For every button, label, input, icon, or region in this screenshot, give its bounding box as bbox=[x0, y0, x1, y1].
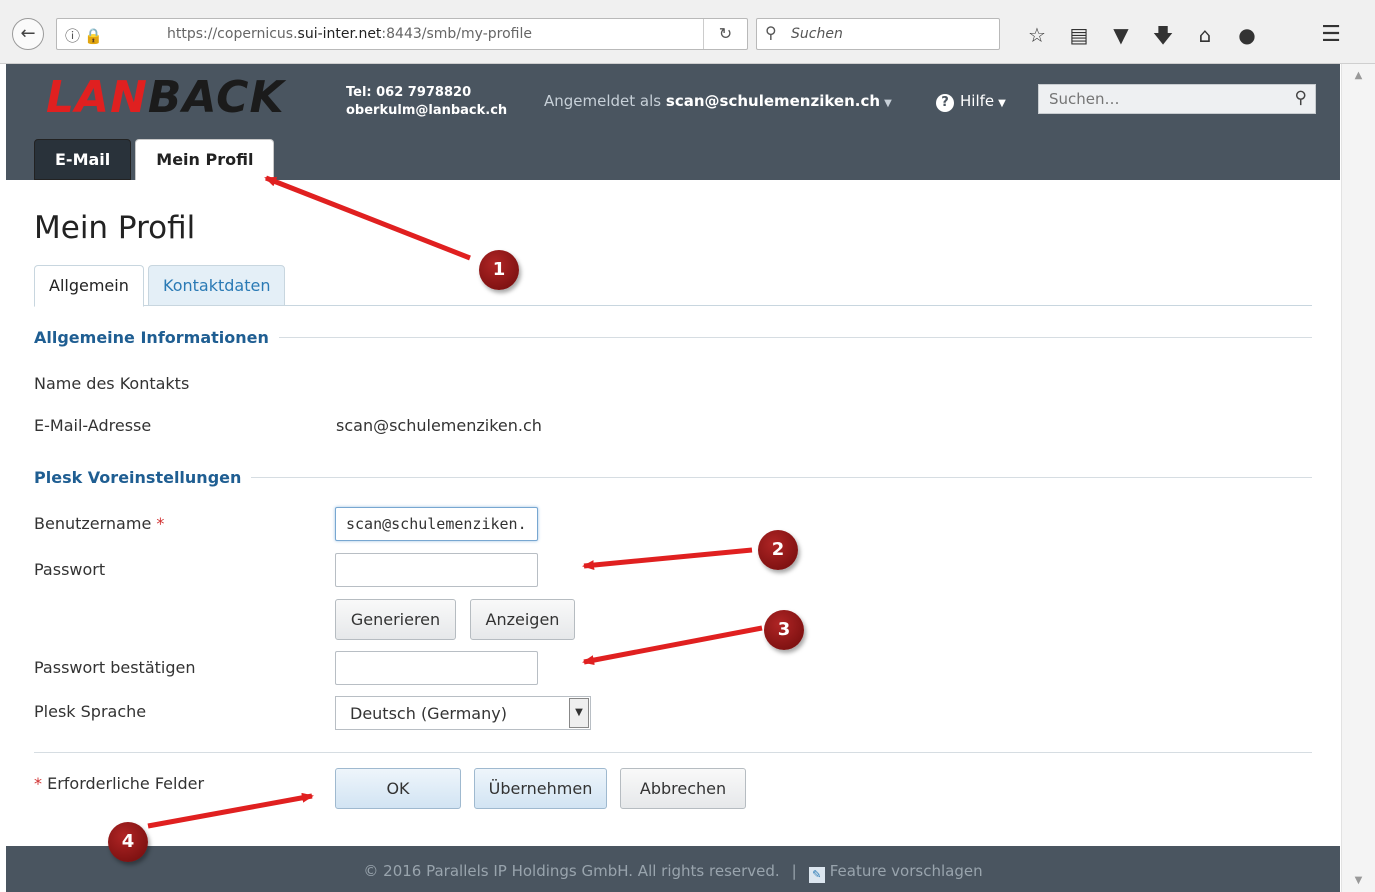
reading-list-icon[interactable]: ▤ bbox=[1058, 20, 1100, 50]
browser-search-input[interactable]: ⚲ Suchen bbox=[756, 18, 1000, 50]
help-icon: ? bbox=[936, 94, 954, 112]
cancel-button[interactable]: Abbrechen bbox=[620, 768, 746, 809]
address-bar[interactable]: ⓘ🔒 https://copernicus.sui-inter.net:8443… bbox=[56, 18, 748, 50]
annotation-badge-4: 4 bbox=[108, 822, 148, 862]
logo-text-black: BACK bbox=[147, 72, 285, 123]
logged-in-user[interactable]: scan@schulemenziken.ch bbox=[666, 92, 880, 110]
show-password-button[interactable]: Anzeigen bbox=[470, 599, 575, 640]
general-info-section-title: Allgemeine Informationen bbox=[34, 328, 1312, 347]
generate-password-button[interactable]: Generieren bbox=[335, 599, 456, 640]
browser-search-placeholder: Suchen bbox=[791, 26, 843, 42]
menu-icon[interactable]: ☰ bbox=[1316, 20, 1346, 50]
pocket-icon[interactable]: ▼ bbox=[1100, 20, 1142, 50]
tab-my-profile[interactable]: Mein Profil bbox=[135, 139, 275, 181]
download-icon[interactable]: 🡇 bbox=[1142, 20, 1184, 50]
vertical-scrollbar[interactable]: ▲ ▼ bbox=[1341, 64, 1375, 892]
confirm-password-label: Passwort bestätigen bbox=[34, 658, 196, 677]
annotation-badge-3: 3 bbox=[764, 610, 804, 650]
ok-button[interactable]: OK bbox=[335, 768, 461, 809]
username-label: Benutzername * bbox=[34, 514, 164, 533]
username-input[interactable]: scan@schulemenziken. bbox=[335, 507, 538, 541]
logged-in-info[interactable]: Angemeldet als scan@schulemenziken.ch ▼ bbox=[544, 92, 892, 110]
toolbar-icons: ☆ ▤ ▼ 🡇 ⌂ ● bbox=[1016, 20, 1268, 50]
page-footer: © 2016 Parallels IP Holdings GmbH. All r… bbox=[6, 846, 1340, 892]
copyright-text: © 2016 Parallels IP Holdings GmbH. All r… bbox=[363, 862, 780, 880]
main-tabs: E-Mail Mein Profil bbox=[34, 139, 275, 181]
email-address-value: scan@schulemenziken.ch bbox=[336, 416, 542, 435]
star-icon[interactable]: ☆ bbox=[1016, 20, 1058, 50]
required-marker: * bbox=[156, 514, 165, 533]
chevron-down-icon: ▼ bbox=[998, 98, 1006, 109]
contact-info: Tel: 062 7978820 oberkulm@lanback.ch bbox=[346, 84, 507, 120]
feedback-icon[interactable]: ✎ bbox=[808, 867, 825, 883]
section-divider bbox=[251, 477, 1312, 478]
language-select-value: Deutsch (Germany) bbox=[350, 704, 507, 723]
site-info-icons[interactable]: ⓘ🔒 bbox=[65, 25, 107, 46]
help-menu[interactable]: ? Hilfe ▼ bbox=[936, 92, 1006, 112]
main-content: Mein Profil Allgemein Kontaktdaten Allge… bbox=[6, 180, 1340, 846]
contact-email: oberkulm@lanback.ch bbox=[346, 103, 508, 118]
app-search-input[interactable] bbox=[1039, 85, 1279, 113]
tab-contact-data[interactable]: Kontaktdaten bbox=[148, 265, 286, 306]
url-text[interactable]: https://copernicus.sui-inter.net:8443/sm… bbox=[167, 26, 532, 42]
logo-text-red: LAN bbox=[46, 72, 148, 123]
contact-name-label: Name des Kontakts bbox=[34, 374, 190, 393]
email-address-label: E-Mail-Adresse bbox=[34, 416, 152, 435]
chevron-down-icon[interactable]: ▼ bbox=[884, 98, 892, 109]
search-icon[interactable]: ⚲ bbox=[1295, 88, 1307, 108]
app-header: LANBACK Tel: 062 7978820 oberkulm@lanbac… bbox=[6, 64, 1340, 181]
confirm-password-input[interactable] bbox=[335, 651, 538, 685]
scroll-up-icon[interactable]: ▲ bbox=[1342, 70, 1375, 81]
scroll-down-icon[interactable]: ▼ bbox=[1342, 875, 1375, 886]
lock-icon: 🔒 bbox=[84, 27, 107, 45]
password-label: Passwort bbox=[34, 560, 106, 579]
password-input[interactable] bbox=[335, 553, 538, 587]
phone-number: Tel: 062 7978820 bbox=[346, 85, 472, 100]
form-divider bbox=[34, 752, 1312, 753]
chevron-down-icon[interactable]: ▼ bbox=[569, 698, 589, 728]
feature-suggest-link[interactable]: Feature vorschlagen bbox=[830, 862, 983, 880]
section-title-text: Allgemeine Informationen bbox=[34, 328, 269, 347]
language-label: Plesk Sprache bbox=[34, 702, 147, 721]
logged-in-prefix: Angemeldet als bbox=[544, 92, 662, 110]
help-label: Hilfe bbox=[960, 92, 995, 110]
search-icon: ⚲ bbox=[765, 23, 777, 42]
back-icon[interactable]: ← bbox=[12, 18, 44, 50]
annotation-badge-1: 1 bbox=[479, 250, 519, 290]
required-note-text: Erforderliche Felder bbox=[47, 774, 205, 793]
required-marker: * bbox=[34, 774, 42, 793]
annotation-badge-2: 2 bbox=[758, 530, 798, 570]
lanback-logo[interactable]: LANBACK bbox=[46, 76, 285, 120]
home-icon[interactable]: ⌂ bbox=[1184, 20, 1226, 50]
required-fields-note: * Erforderliche Felder bbox=[34, 774, 204, 793]
plesk-settings-section-title: Plesk Voreinstellungen bbox=[34, 468, 1312, 487]
page-title: Mein Profil bbox=[34, 210, 196, 246]
footer-separator: | bbox=[791, 862, 797, 880]
sub-tabs: Allgemein Kontaktdaten bbox=[34, 265, 1312, 307]
chat-icon[interactable]: ● bbox=[1226, 20, 1268, 50]
section-title-text: Plesk Voreinstellungen bbox=[34, 468, 242, 487]
language-select[interactable]: Deutsch (Germany) ▼ bbox=[335, 696, 591, 730]
username-label-text: Benutzername bbox=[34, 514, 152, 533]
app-search-box: ⚲ bbox=[1038, 84, 1316, 114]
apply-button[interactable]: Übernehmen bbox=[474, 768, 607, 809]
section-divider bbox=[278, 337, 1312, 338]
tab-email[interactable]: E-Mail bbox=[34, 139, 132, 180]
tab-general[interactable]: Allgemein bbox=[34, 265, 144, 307]
browser-toolbar: ← ⓘ🔒 https://copernicus.sui-inter.net:84… bbox=[0, 0, 1375, 64]
reload-icon[interactable]: ↻ bbox=[703, 19, 747, 49]
